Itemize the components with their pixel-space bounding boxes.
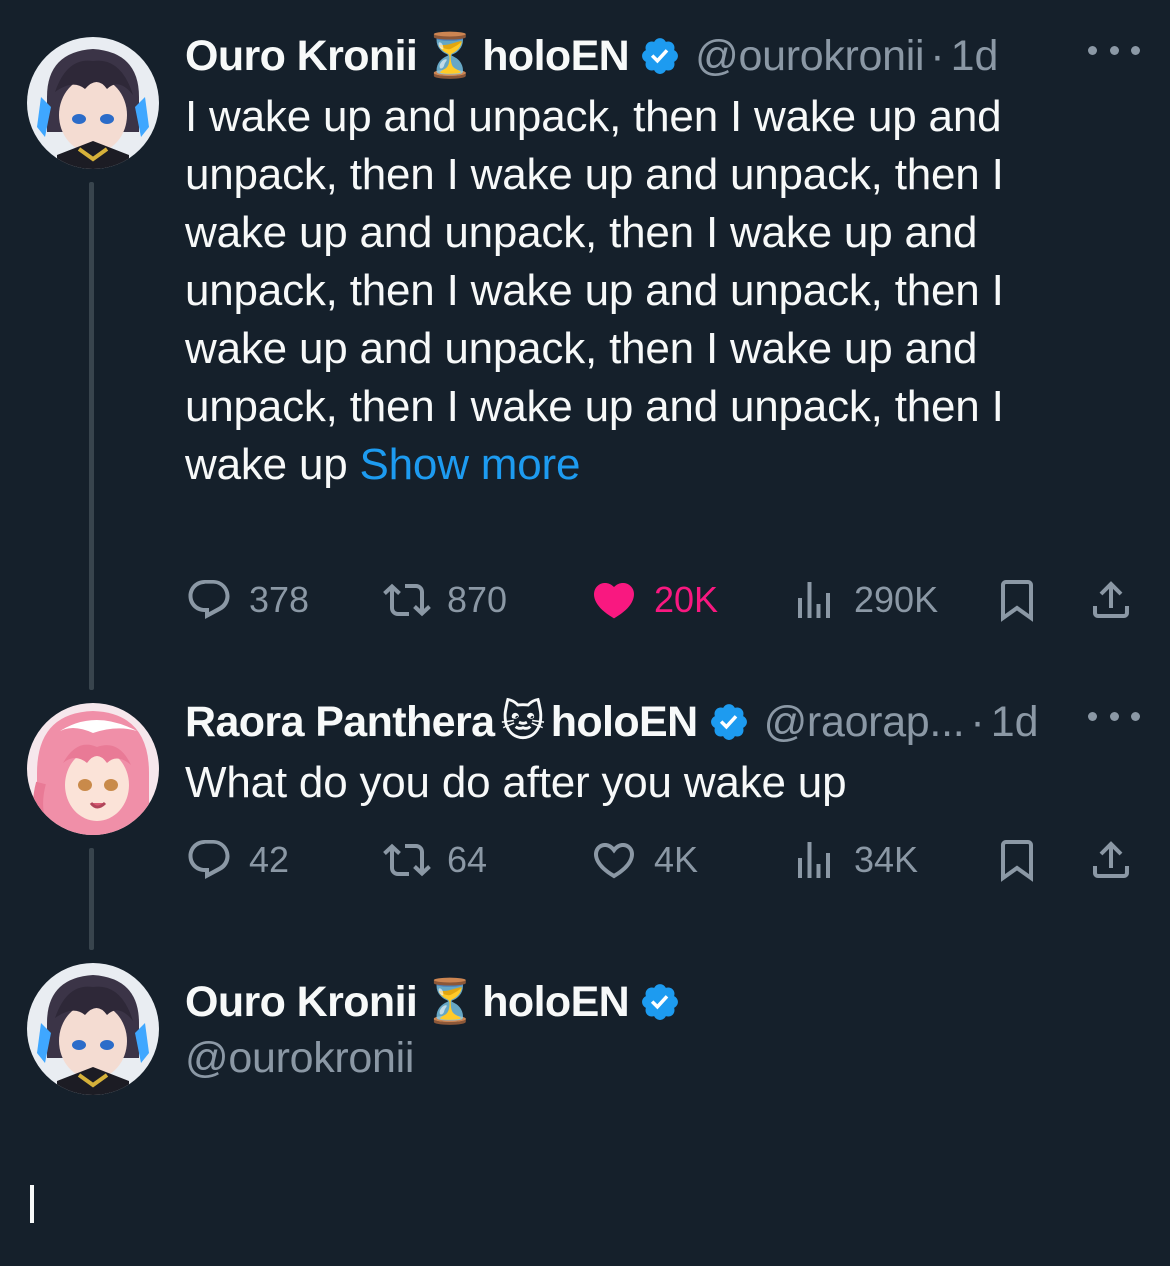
avatar-ouro-kronii[interactable] [27,963,159,1095]
bookmark-icon [1001,580,1033,622]
tweet-actions: 42 64 4K 34K [185,830,1145,890]
views-chart-icon [798,582,830,618]
like-count: 4K [654,839,699,880]
like-button[interactable]: 20K [590,570,718,630]
views-count: 290K [854,579,939,620]
composer-header: Ouro Kronii ⏳ holoEN [185,972,1140,1032]
tweet-text: I wake up and unpack, then I wake up and… [185,88,1065,494]
avatar-ouro-kronii[interactable] [27,37,159,169]
display-name[interactable]: Raora Panthera [185,698,495,747]
avatar-raora-image [27,703,159,835]
heart-outline-icon [593,843,635,879]
display-name-group[interactable]: holoEN [482,32,629,81]
thread-line [89,182,94,690]
reply-button[interactable]: 378 [185,570,309,630]
handle[interactable]: @ourokronii [185,1034,414,1083]
tweet-header: Raora Panthera 🐱 holoEN @raorap... · 1d [185,692,1140,752]
like-count: 20K [654,579,719,620]
share-icon [1093,581,1129,618]
repost-button[interactable]: 870 [383,570,507,630]
reply-button[interactable]: 42 [185,830,289,890]
separator-dot: · [930,31,945,80]
separator-dot: · [970,697,985,746]
avatar-kronii-image [27,963,159,1095]
bookmark-icon [1001,840,1033,882]
tweet-text-content: What do you do after you wake up [185,758,847,807]
heart-filled-icon [593,583,635,619]
text-cursor[interactable] [30,1185,34,1223]
tweet-actions: 378 870 20K 290K [185,570,1145,630]
avatar-raora-panthera[interactable] [27,703,159,835]
timestamp[interactable]: 1d [951,32,999,81]
hourglass-emoji: ⏳ [423,32,477,80]
bookmark-button[interactable] [993,570,1041,630]
hourglass-emoji: ⏳ [423,978,477,1026]
handle[interactable]: @raorap... [764,698,965,747]
tweet-header: Ouro Kronii ⏳ holoEN @ourokronii · 1d [185,26,1140,86]
avatar-kronii-image [27,37,159,169]
tweet-text: What do you do after you wake up [185,754,1065,812]
show-more-link[interactable]: Show more [360,440,581,489]
repost-count: 64 [447,839,488,880]
reply-count: 378 [249,579,310,620]
verified-badge-icon [642,984,679,1020]
reply-count: 42 [249,839,290,880]
share-icon [1093,841,1129,878]
repost-icon [383,583,431,617]
share-button[interactable] [1087,570,1135,630]
tweet-text-content: I wake up and unpack, then I wake up and… [185,92,1004,489]
display-name-group[interactable]: holoEN [482,978,629,1027]
cat-emoji: 🐱 [500,698,545,746]
timestamp[interactable]: 1d [991,698,1039,747]
display-name[interactable]: Ouro Kronii [185,32,418,81]
views-count: 34K [854,839,919,880]
thread-line-2 [89,848,94,950]
repost-count: 870 [447,579,508,620]
reply-icon [188,840,230,879]
views-button[interactable]: 34K [790,830,918,890]
share-button[interactable] [1087,830,1135,890]
verified-badge-icon [642,38,679,74]
views-button[interactable]: 290K [790,570,938,630]
repost-icon [383,843,431,877]
display-name-group[interactable]: holoEN [551,698,698,747]
views-chart-icon [798,842,830,878]
reply-icon [188,580,230,619]
like-button[interactable]: 4K [590,830,698,890]
more-options-icon[interactable] [1088,696,1140,736]
bookmark-button[interactable] [993,830,1041,890]
handle[interactable]: @ourokronii [695,32,924,81]
verified-badge-icon [710,704,747,740]
repost-button[interactable]: 64 [383,830,487,890]
more-options-icon[interactable] [1088,30,1140,70]
display-name[interactable]: Ouro Kronii [185,978,418,1027]
